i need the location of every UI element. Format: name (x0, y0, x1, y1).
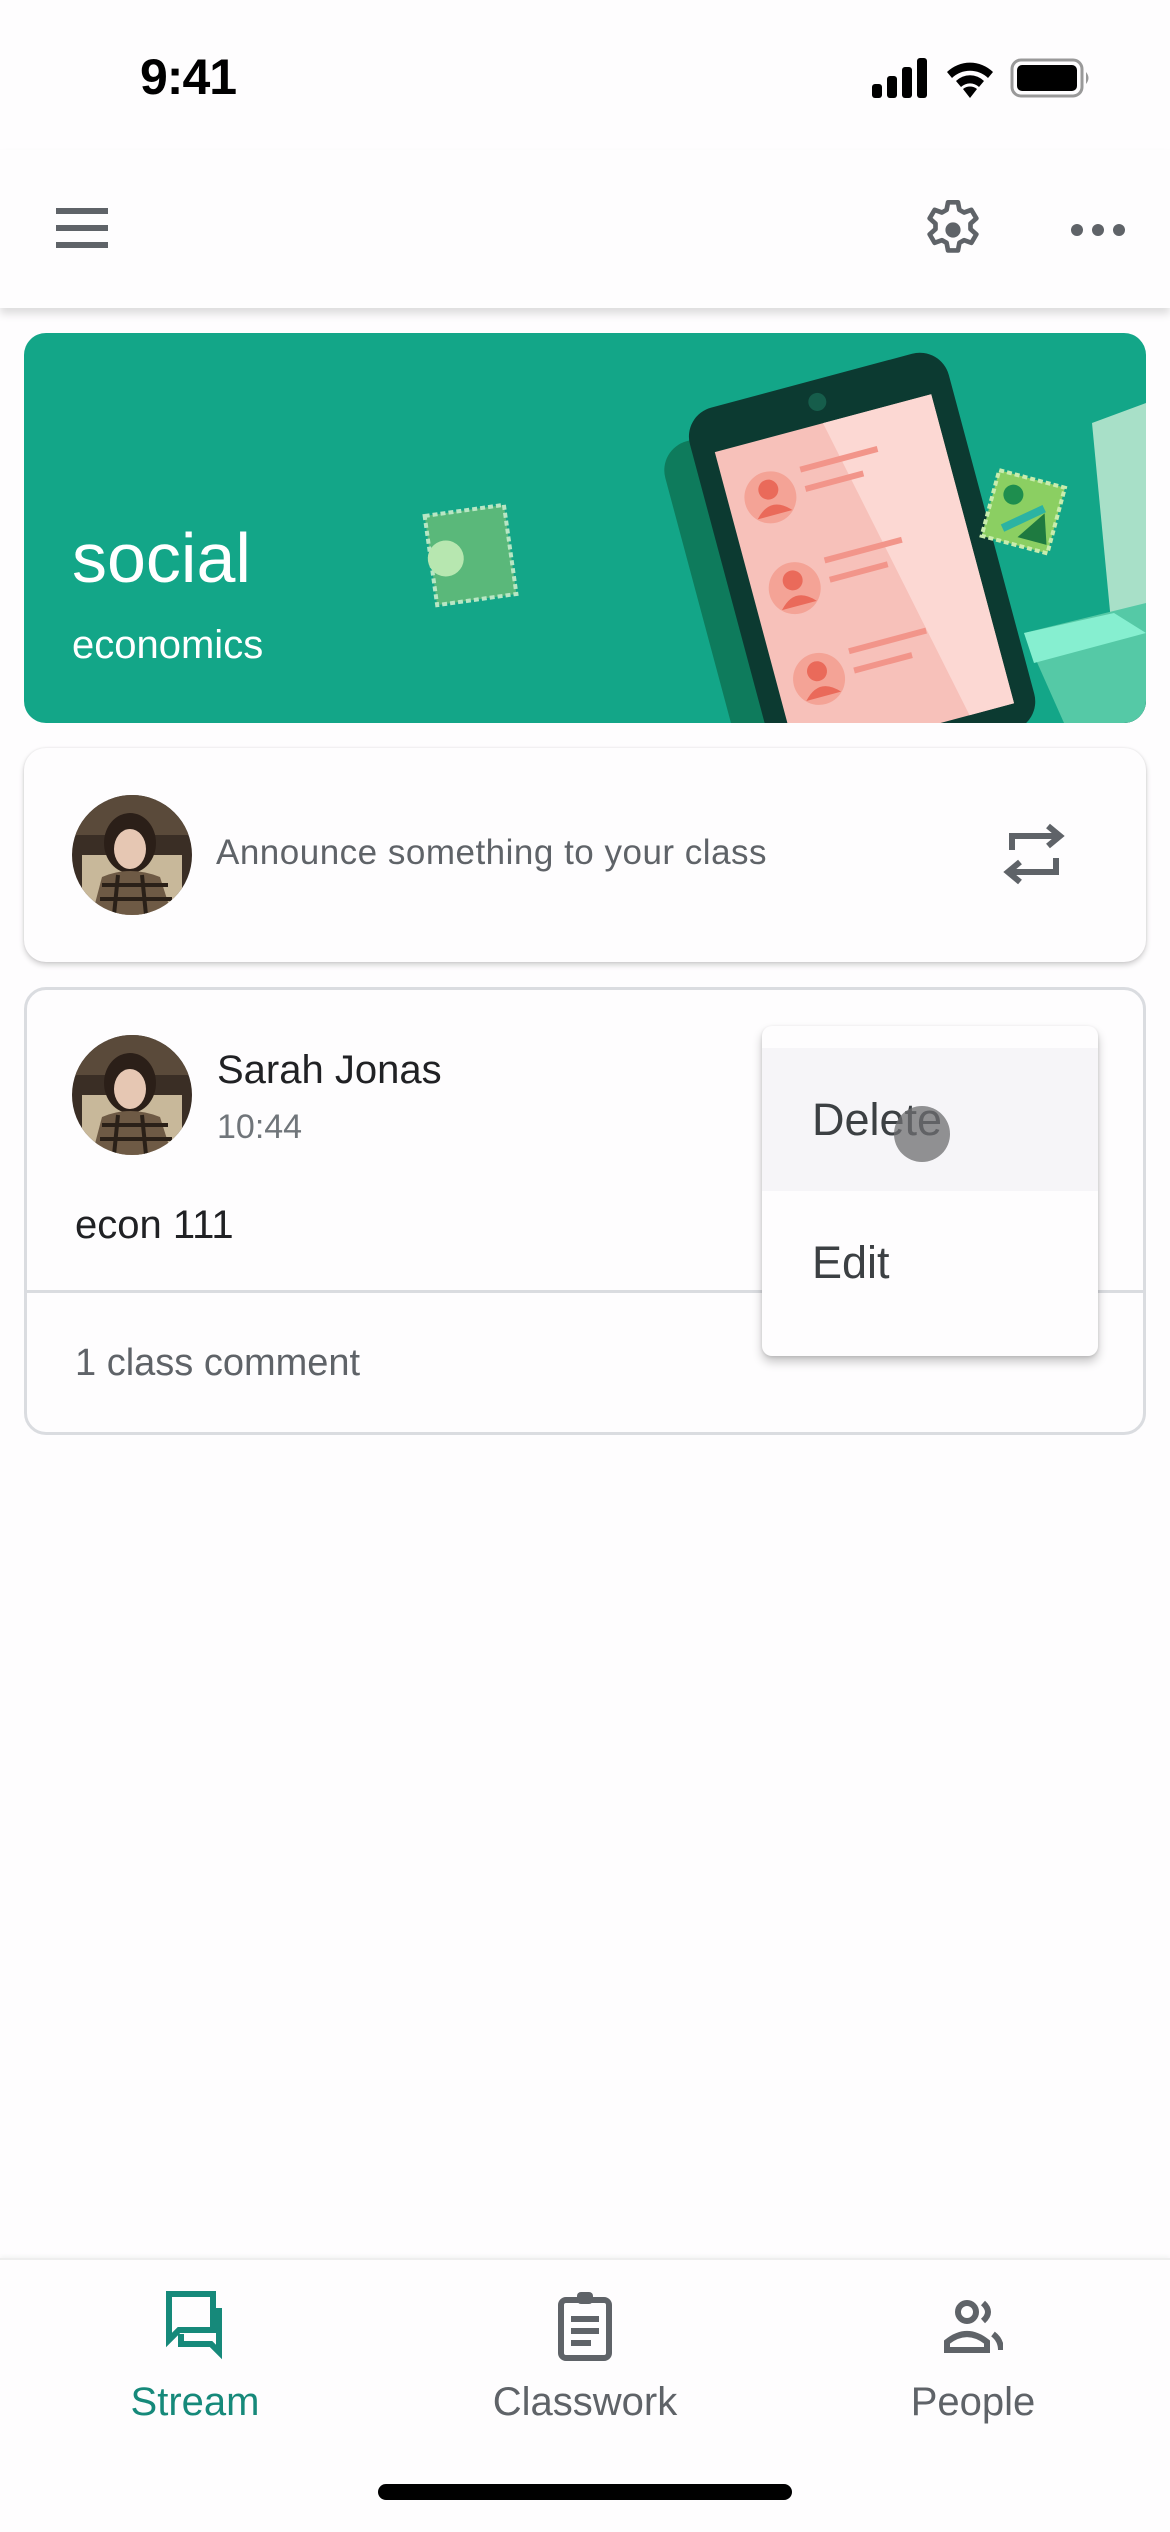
tab-classwork[interactable]: Classwork (435, 2290, 735, 2440)
announce-input[interactable]: Announce something to your class (24, 748, 1146, 962)
post-timestamp: 10:44 (217, 1108, 303, 1146)
tab-people-label: People (910, 2380, 1036, 2424)
battery-icon (1010, 58, 1089, 98)
repost-arrows-icon (1003, 823, 1065, 885)
post-author: Sarah Jonas (217, 1048, 442, 1092)
status-icons (872, 58, 1092, 98)
wifi-icon (947, 62, 993, 98)
class-section: economics (72, 623, 264, 667)
app-bar (0, 150, 1170, 308)
status-bar: 9:41 (0, 0, 1170, 150)
post-context-menu: Delete Edit (762, 1026, 1098, 1356)
tab-classwork-label: Classwork (492, 2380, 678, 2424)
announce-placeholder: Announce something to your class (216, 833, 768, 872)
touch-indicator (894, 1106, 950, 1162)
post-body: econ 111 (75, 1203, 234, 1247)
more-horizontal-icon (1071, 224, 1125, 236)
user-avatar (72, 795, 192, 915)
clipboard-icon (558, 2292, 612, 2361)
gear-icon (927, 199, 979, 253)
hamburger-menu-icon (56, 208, 108, 248)
repost-button[interactable] (994, 814, 1074, 894)
status-time: 9:41 (140, 49, 237, 105)
class-banner[interactable]: social economics (24, 333, 1146, 723)
class-comments-link[interactable]: 1 class comment (75, 1342, 360, 1385)
tab-stream-label: Stream (130, 2380, 260, 2424)
avatar-photo (72, 795, 192, 915)
home-indicator[interactable] (378, 2484, 792, 2500)
cellular-signal-icon (872, 58, 927, 98)
more-options-button[interactable] (1068, 210, 1128, 250)
author-avatar (72, 1035, 192, 1155)
tab-people[interactable]: People (823, 2290, 1123, 2440)
menu-item-edit[interactable]: Edit (762, 1191, 1098, 1334)
hamburger-menu-button[interactable] (52, 202, 112, 254)
tab-stream[interactable]: Stream (45, 2290, 345, 2440)
settings-button[interactable] (918, 195, 988, 265)
avatar-photo (72, 1035, 192, 1155)
stream-chat-icon (166, 2291, 222, 2360)
people-icon (944, 2300, 1003, 2353)
class-title: social (72, 519, 251, 597)
